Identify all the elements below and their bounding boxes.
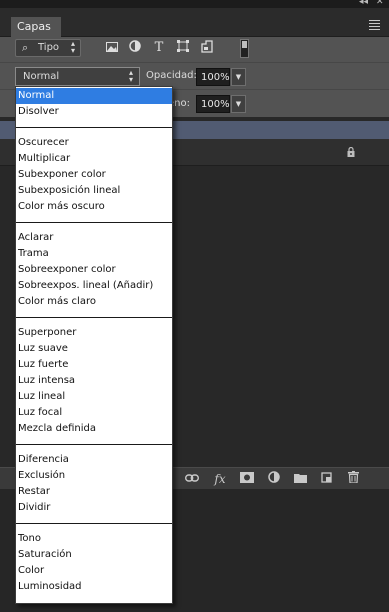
kind-filter-label: Tipo (38, 42, 60, 53)
folder-icon[interactable] (292, 471, 308, 487)
panel-menu-icon[interactable] (369, 18, 380, 30)
blend-mode-option[interactable]: Subexponer color (16, 167, 172, 183)
opacity-label: Opacidad: (146, 70, 197, 81)
mask-icon[interactable] (239, 471, 255, 487)
fx-label: fx (214, 472, 226, 486)
blend-mode-menu: Normal Disolver Oscurecer Multiplicar Subexp… (15, 86, 173, 604)
updown-arrow-icon: ▴ ▾ (70, 39, 75, 55)
menu-separator (16, 444, 172, 445)
blend-mode-option[interactable]: Restar (16, 484, 172, 500)
menu-separator (16, 523, 172, 524)
blend-mode-option[interactable]: Luminosidad (16, 579, 172, 595)
blend-mode-option[interactable]: Luz focal (16, 405, 172, 421)
adjustment-layer-icon[interactable] (266, 471, 282, 487)
blend-mode-option[interactable]: Luz suave (16, 341, 172, 357)
menu-separator (16, 127, 172, 128)
fill-dropdown-button[interactable]: ▼ (231, 95, 246, 113)
blend-mode-option[interactable]: Color más claro (16, 294, 172, 310)
blend-mode-option[interactable]: Multiplicar (16, 151, 172, 167)
panel-tab-row: Capas (0, 8, 389, 37)
blend-row: Normal ▴ ▾ Opacidad: 100% ▼ (0, 62, 389, 89)
updown-arrow-icon: ▴ ▾ (128, 68, 133, 84)
menu-separator (16, 317, 172, 318)
blend-mode-option[interactable]: Sobreexpos. lineal (Añadir) (16, 278, 172, 294)
trash-icon[interactable] (345, 471, 361, 487)
blend-mode-option[interactable]: Luz fuerte (16, 357, 172, 373)
blend-mode-option[interactable]: Luz lineal (16, 389, 172, 405)
shape-filter-icon[interactable] (175, 40, 191, 56)
blend-mode-option[interactable]: Aclarar (16, 230, 172, 246)
blend-mode-option[interactable]: Mezcla definida (16, 421, 172, 437)
adjustment-filter-icon[interactable] (127, 40, 143, 56)
blend-mode-option[interactable]: Disolver (16, 104, 172, 120)
blend-mode-option[interactable]: Color más oscuro (16, 199, 172, 215)
blend-mode-value: Normal (23, 71, 60, 82)
blend-mode-option[interactable]: Diferencia (16, 452, 172, 468)
link-icon[interactable] (184, 471, 200, 487)
blend-mode-select[interactable]: Normal ▴ ▾ (15, 67, 140, 86)
blend-mode-option[interactable]: Saturación (16, 547, 172, 563)
opacity-dropdown-button[interactable]: ▼ (231, 68, 246, 86)
fx-icon[interactable]: fx (212, 471, 228, 487)
blend-mode-option[interactable]: Dividir (16, 500, 172, 516)
search-icon: ⌕ (22, 41, 29, 54)
blend-mode-option[interactable]: Sobreexponer color (16, 262, 172, 278)
opacity-input[interactable]: 100% (196, 68, 230, 86)
blend-mode-option[interactable]: Trama (16, 246, 172, 262)
fill-input[interactable]: 100% (196, 95, 230, 113)
blend-mode-option[interactable]: Oscurecer (16, 135, 172, 151)
blend-mode-option[interactable]: Subexposición lineal (16, 183, 172, 199)
blend-mode-option[interactable]: Tono (16, 531, 172, 547)
kind-filter-select[interactable]: ⌕ Tipo ▴ ▾ (15, 39, 81, 57)
blend-mode-option[interactable]: Superponer (16, 325, 172, 341)
blend-mode-option[interactable]: Normal (16, 88, 172, 104)
collapse-icon[interactable]: ◂◂ (359, 0, 368, 7)
type-filter-icon[interactable]: T (151, 40, 167, 56)
image-filter-icon[interactable] (104, 40, 120, 56)
tab-layers[interactable]: Capas (11, 17, 61, 37)
blend-mode-option[interactable]: Color (16, 563, 172, 579)
close-icon[interactable]: ✕ (376, 0, 384, 7)
smart-object-filter-icon[interactable] (199, 40, 215, 56)
filter-toggle-switch[interactable] (240, 39, 249, 58)
lock-icon (347, 147, 355, 157)
blend-mode-option[interactable]: Exclusión (16, 468, 172, 484)
blend-mode-option[interactable]: Luz intensa (16, 373, 172, 389)
filter-row: ⌕ Tipo ▴ ▾ T (0, 37, 389, 62)
new-layer-icon[interactable] (318, 471, 334, 487)
menu-separator (16, 222, 172, 223)
window-top-bar: ◂◂ ✕ (0, 0, 389, 8)
